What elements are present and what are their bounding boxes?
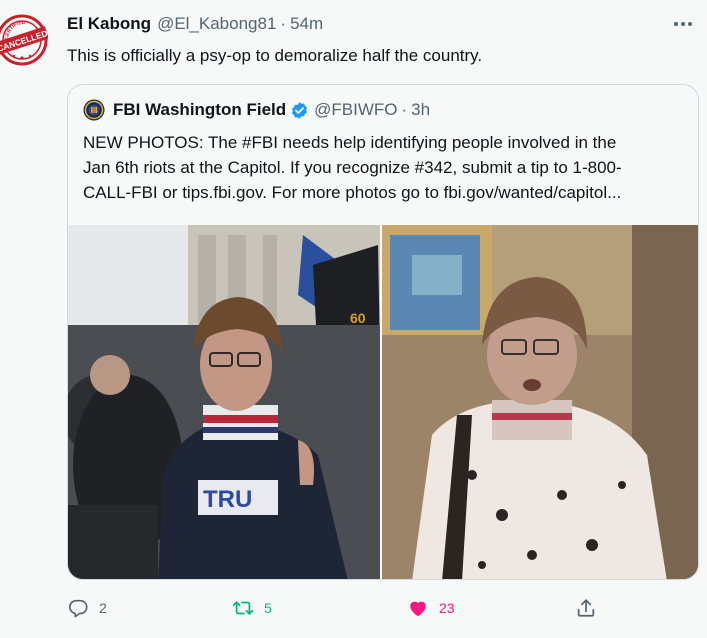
quoted-text-line: NEW PHOTOS: The #FBI needs help identify… <box>83 133 617 152</box>
retweet-count: 5 <box>264 600 272 616</box>
photo-grid: 60 TRU <box>68 225 698 579</box>
tweet-timestamp[interactable]: 54m <box>290 14 323 34</box>
photo-right[interactable] <box>382 225 698 579</box>
tweet[interactable]: CERTIFIED CANCELLED El Kabong @El_Kabong… <box>0 0 707 638</box>
header-separator: · <box>280 14 287 33</box>
author-handle[interactable]: @El_Kabong81 <box>157 14 276 34</box>
like-count: 23 <box>439 600 455 616</box>
svg-text:60: 60 <box>350 310 366 326</box>
reply-count: 2 <box>99 600 107 616</box>
quoted-author-name[interactable]: FBI Washington Field <box>113 100 286 120</box>
share-icon <box>577 599 595 617</box>
quoted-tweet[interactable]: FBI Washington Field @FBIWFO · 3h NEW PH… <box>67 84 699 580</box>
author-avatar[interactable]: CERTIFIED CANCELLED <box>0 12 49 68</box>
author-name[interactable]: El Kabong <box>67 14 151 34</box>
photo-overlay-text: TRU <box>203 486 252 513</box>
quoted-tweet-timestamp[interactable]: 3h <box>411 100 430 120</box>
quoted-text-line: CALL-FBI or tips.fbi.gov. For more photo… <box>83 183 622 202</box>
more-horizontal-icon <box>674 22 692 26</box>
quoted-text-line: Jan 6th riots at the Capitol. If you rec… <box>83 158 622 177</box>
retweet-icon <box>232 601 254 615</box>
share-button[interactable] <box>575 594 597 622</box>
tweet-text: This is officially a psy-op to demoraliz… <box>67 46 483 65</box>
quoted-tweet-text: NEW PHOTOS: The #FBI needs help identify… <box>83 130 688 205</box>
heart-icon <box>410 601 426 617</box>
retweet-button[interactable]: 5 <box>232 594 272 622</box>
quoted-header-separator: · <box>401 100 408 119</box>
quoted-tweet-header: FBI Washington Field @FBIWFO · 3h <box>83 99 430 121</box>
verified-badge-icon <box>292 101 308 119</box>
quoted-author-handle[interactable]: @FBIWFO <box>314 100 397 120</box>
reply-icon <box>69 599 88 618</box>
reply-button[interactable]: 2 <box>67 594 107 622</box>
more-options-button[interactable] <box>671 14 695 34</box>
tweet-header: El Kabong @El_Kabong81 · 54m <box>67 14 323 38</box>
fbi-seal-icon <box>83 99 105 121</box>
tweet-actions: 2 5 23 <box>67 594 667 624</box>
like-button[interactable]: 23 <box>407 594 455 622</box>
photo-left[interactable]: 60 TRU <box>68 225 380 579</box>
